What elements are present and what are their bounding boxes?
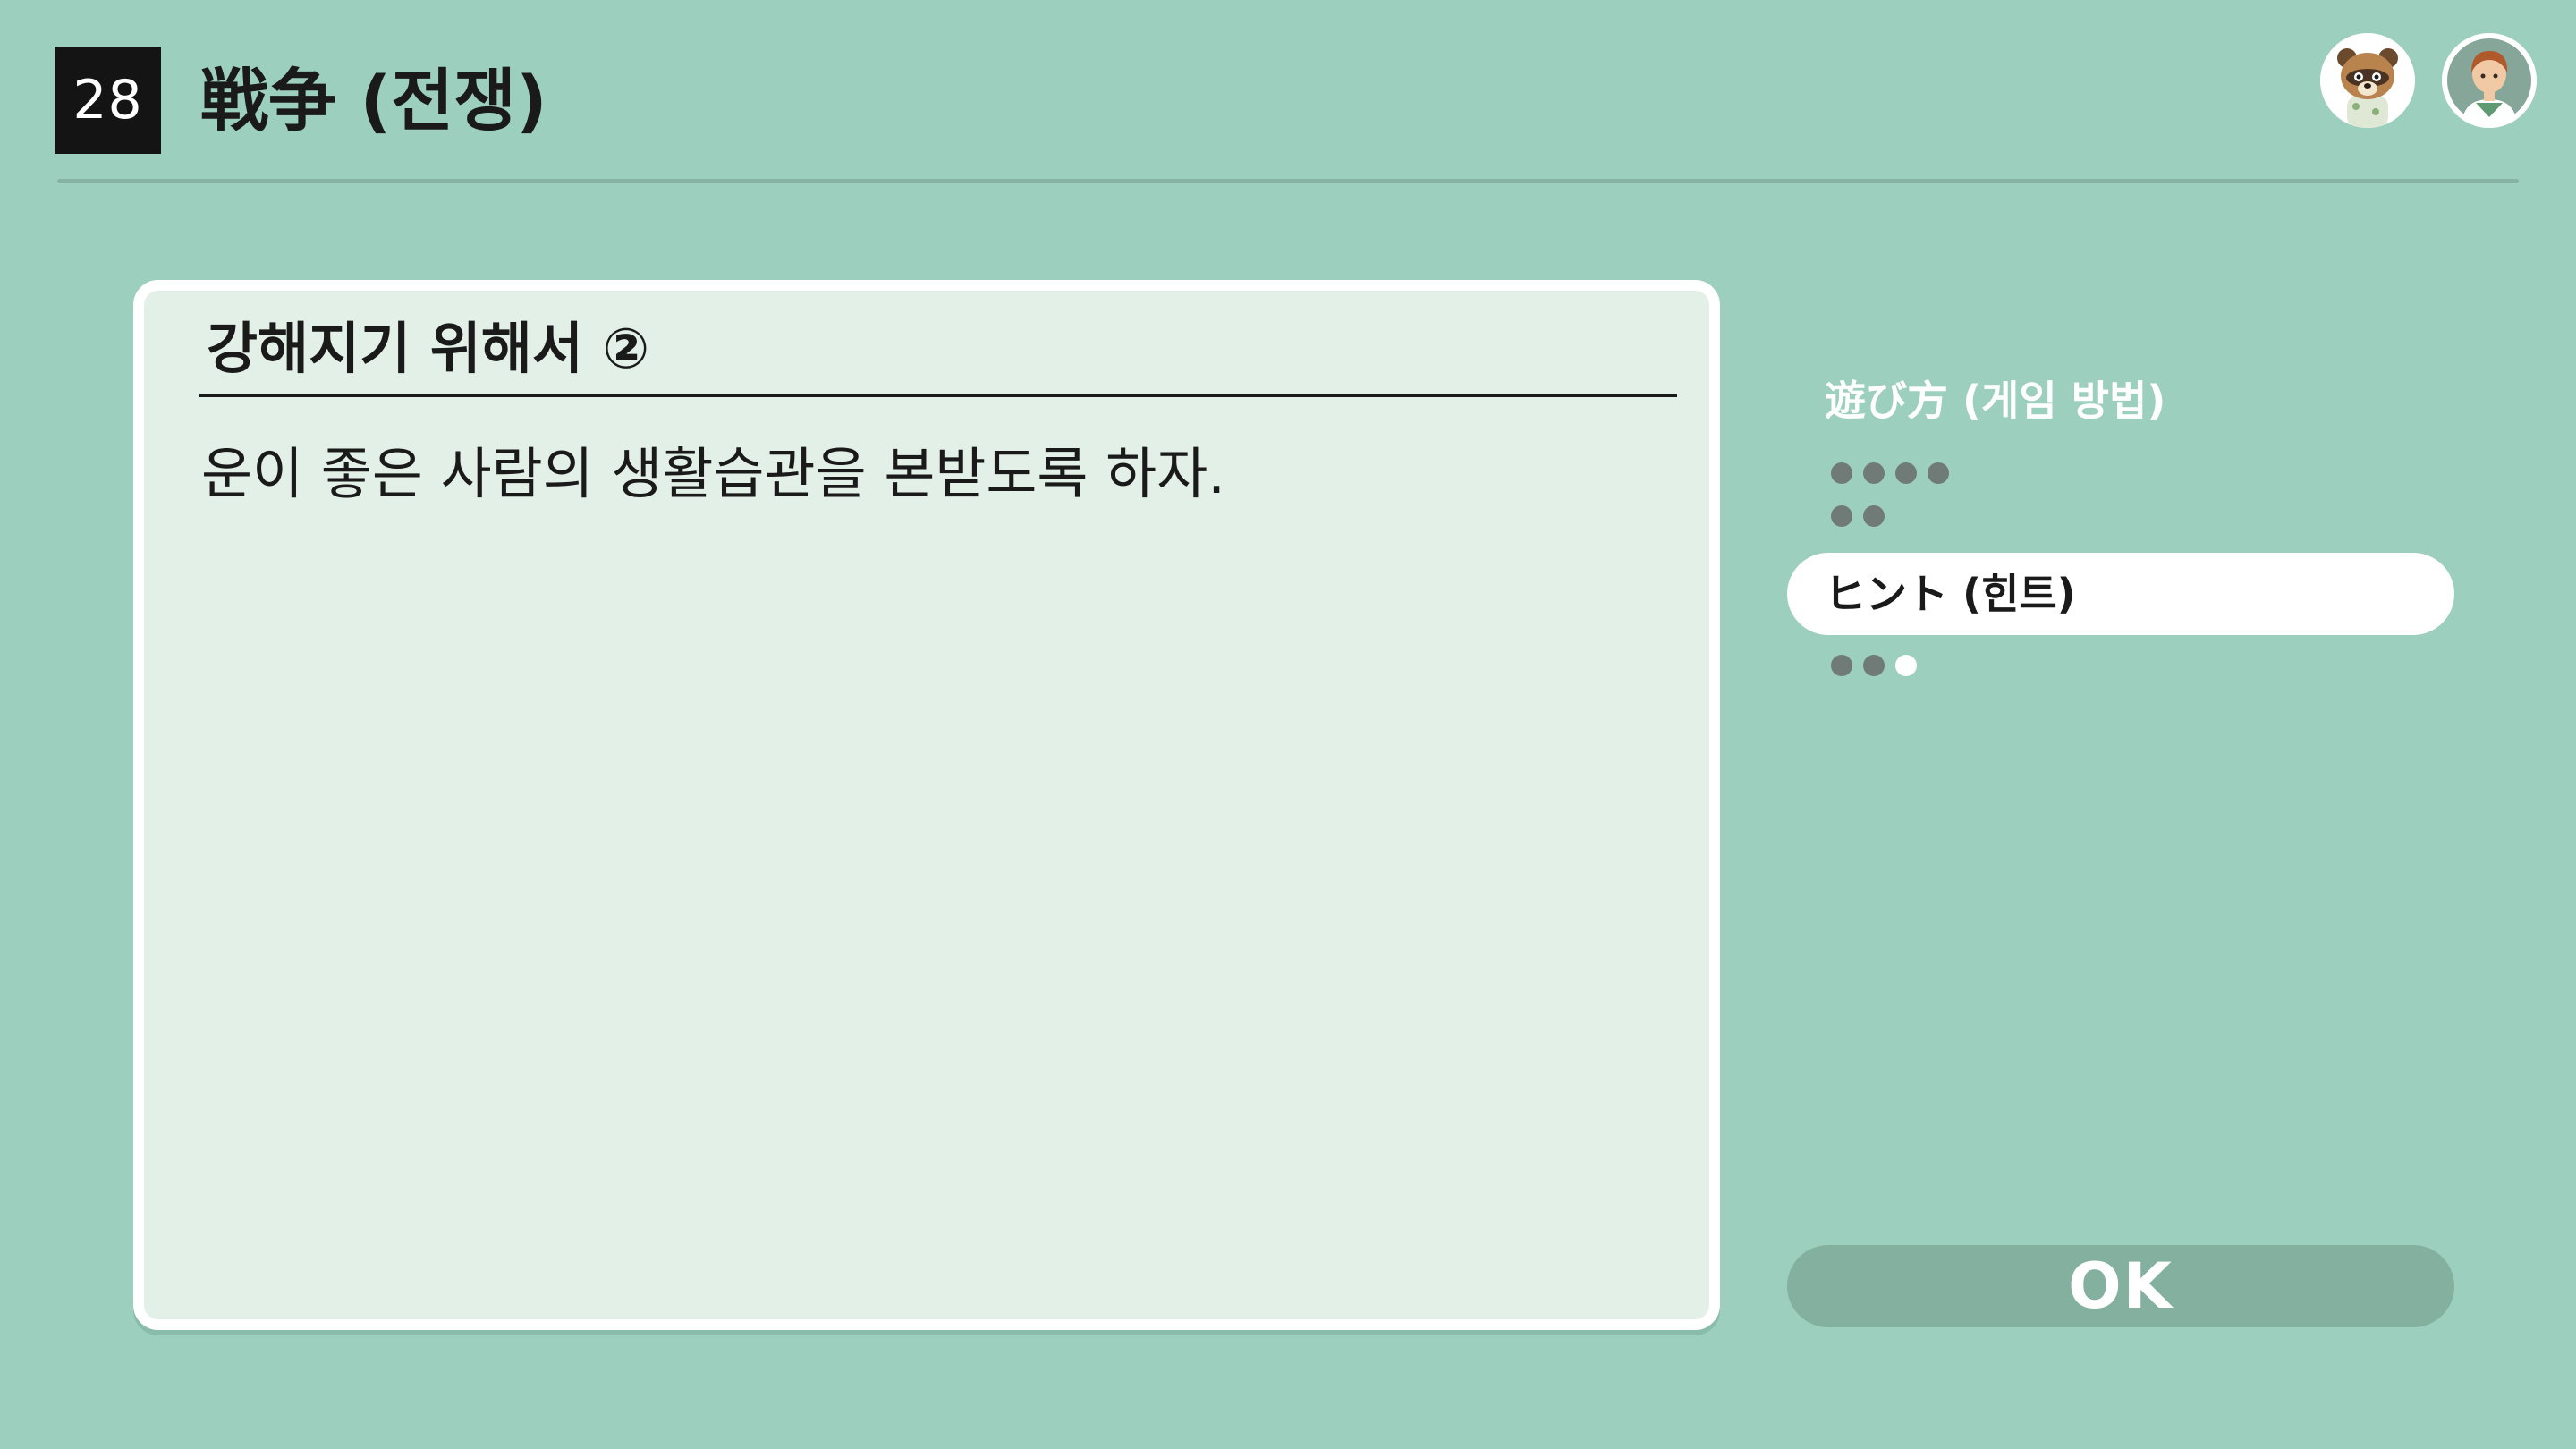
page-dot xyxy=(1831,505,1852,527)
page-dot xyxy=(1928,462,1949,484)
hint-card: 강해지기 위해서 ② 운이 좋은 사람의 생활습관을 본받도록 하자. xyxy=(133,280,1720,1330)
level-number-badge: 28 xyxy=(55,47,161,154)
level-title: 戦争 (전쟁) xyxy=(200,61,547,140)
hint-label: ヒント (힌트) xyxy=(1825,570,2076,618)
page-dot xyxy=(1895,462,1917,484)
menu-item-hint[interactable]: ヒント (힌트) xyxy=(1787,553,2454,635)
ok-button-label: OK xyxy=(2068,1250,2174,1323)
page-dot xyxy=(1831,655,1852,676)
page-dot xyxy=(1863,655,1885,676)
card-title: 강해지기 위해서 ② xyxy=(207,316,649,381)
hint-page-indicator xyxy=(1831,655,1938,676)
page-dot xyxy=(1863,462,1885,484)
page-dot xyxy=(1831,462,1852,484)
player-character-icon xyxy=(2442,33,2537,128)
game-screen: 28 戦争 (전쟁) 강해지기 위해서 ② 운이 좋은 사람의 생활습관을 본받… xyxy=(0,0,2576,1449)
card-title-divider xyxy=(199,394,1677,397)
ok-button[interactable]: OK xyxy=(1787,1245,2454,1327)
how-to-play-page-indicator xyxy=(1831,462,1956,527)
raccoon-character-icon xyxy=(2320,33,2415,128)
menu-item-how-to-play[interactable]: 遊び方 (게임 방법) xyxy=(1825,367,2165,435)
card-body-text: 운이 좋은 사람의 생활습관을 본받도록 하자. xyxy=(201,441,1225,506)
page-dot xyxy=(1895,655,1917,676)
header-divider xyxy=(57,179,2519,183)
page-dot xyxy=(1863,505,1885,527)
